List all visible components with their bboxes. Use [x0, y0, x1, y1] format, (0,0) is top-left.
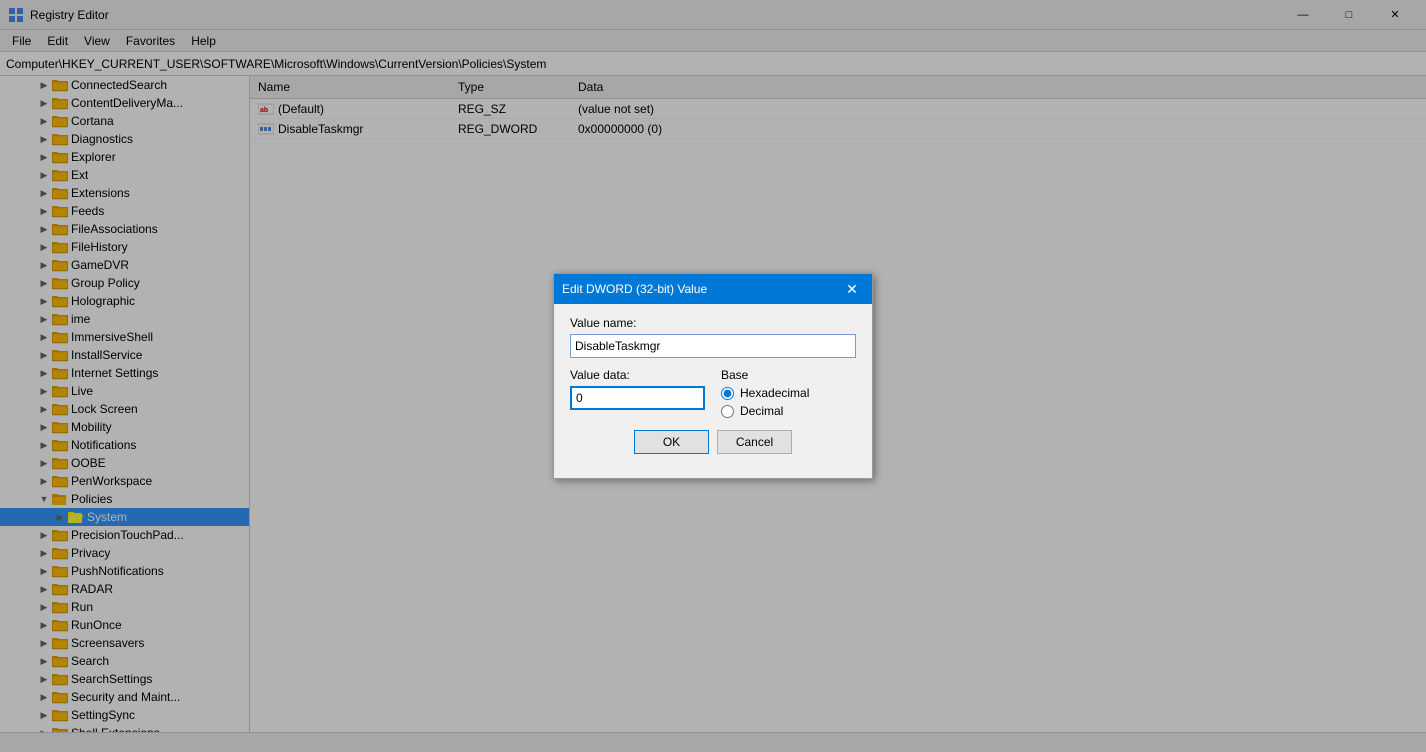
value-data-input[interactable] [570, 386, 705, 410]
value-data-label: Value data: [570, 368, 705, 382]
radio-decimal[interactable]: Decimal [721, 404, 856, 418]
value-data-section: Value data: [570, 368, 705, 418]
dialog-buttons: OK Cancel [570, 430, 856, 466]
dialog-close-button[interactable]: ✕ [840, 277, 864, 301]
dialog-title: Edit DWORD (32-bit) Value [562, 282, 840, 296]
dialog-title-bar: Edit DWORD (32-bit) Value ✕ [554, 274, 872, 304]
radio-hexadecimal[interactable]: Hexadecimal [721, 386, 856, 400]
cancel-button[interactable]: Cancel [717, 430, 792, 454]
modal-overlay: Edit DWORD (32-bit) Value ✕ Value name: … [0, 0, 1426, 752]
edit-dword-dialog: Edit DWORD (32-bit) Value ✕ Value name: … [553, 273, 873, 479]
dialog-middle-row: Value data: Base Hexadecimal Decimal [570, 368, 856, 418]
value-name-label: Value name: [570, 316, 856, 330]
base-section: Base Hexadecimal Decimal [721, 368, 856, 418]
ok-button[interactable]: OK [634, 430, 709, 454]
radio-dec-label: Decimal [740, 404, 783, 418]
value-name-input[interactable] [570, 334, 856, 358]
radio-hex-input[interactable] [721, 387, 734, 400]
base-label: Base [721, 368, 856, 382]
radio-group: Hexadecimal Decimal [721, 386, 856, 418]
dialog-content: Value name: Value data: Base Hexadecimal [554, 304, 872, 478]
radio-hex-label: Hexadecimal [740, 386, 809, 400]
radio-dec-input[interactable] [721, 405, 734, 418]
